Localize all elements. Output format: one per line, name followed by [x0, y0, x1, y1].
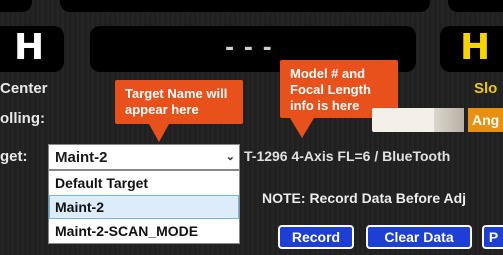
dropdown-option-maint-2[interactable]: Maint-2	[49, 195, 239, 219]
top-display-center	[60, 0, 430, 12]
center-label: Center	[0, 80, 48, 97]
record-note: NOTE: Record Data Before Adj	[262, 190, 467, 206]
angle-display: Ang	[468, 108, 503, 132]
target-dropdown-list: Default Target Maint-2 Maint-2-SCAN_MODE	[48, 170, 240, 244]
partial-button[interactable]: P	[482, 225, 503, 249]
chevron-down-icon[interactable]: ⌄	[226, 150, 235, 163]
right-lcd-value: H	[460, 27, 491, 68]
slider-thumb[interactable]	[434, 108, 464, 132]
top-display-strip	[0, 0, 503, 14]
top-display-right	[448, 0, 503, 12]
angle-label: Ang	[472, 112, 500, 128]
dropdown-option-default-target[interactable]: Default Target	[49, 171, 239, 195]
target-label: get:	[0, 148, 28, 165]
center-lcd-value: - - -	[225, 36, 273, 61]
clear-data-button[interactable]: Clear Data	[366, 225, 472, 249]
right-lcd-display: H	[440, 26, 503, 72]
target-name-callout-text: Target Name will appear here	[125, 86, 228, 117]
slope-label: Slo	[474, 80, 498, 97]
left-lcd-display: H	[0, 26, 64, 72]
left-lcd-value: H	[14, 27, 45, 68]
dropdown-option-maint-2-scan-mode[interactable]: Maint-2-SCAN_MODE	[49, 219, 239, 243]
model-info-callout-text: Model # and Focal Length info is here	[290, 66, 371, 113]
device-model-info: T-1296 4-Axis FL=6 / BlueTooth	[244, 148, 451, 164]
record-button[interactable]: Record	[278, 225, 354, 249]
target-select[interactable]: Maint-2 ⌄	[48, 144, 240, 170]
target-name-callout: Target Name will appear here	[115, 80, 243, 142]
target-select-value: Maint-2	[55, 149, 108, 166]
rolling-slider[interactable]	[372, 108, 464, 132]
rolling-label: olling:	[0, 110, 45, 127]
top-display-left	[0, 0, 32, 12]
